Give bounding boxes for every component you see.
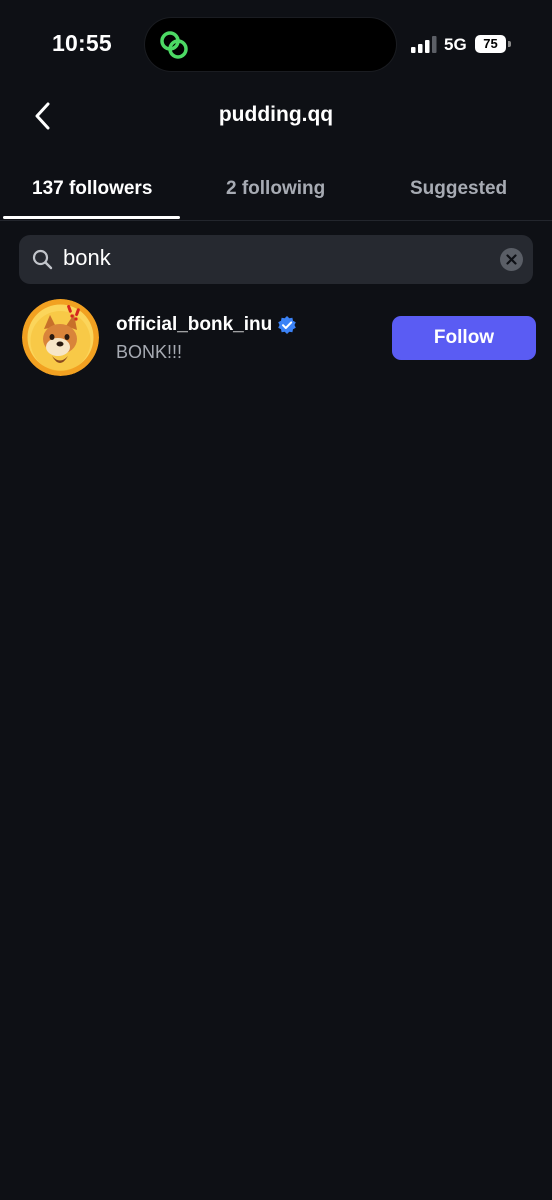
tab-suggested[interactable]: Suggested	[410, 178, 507, 200]
list-item[interactable]: official_bonk_inu BONK!!! Follow	[0, 296, 552, 380]
verified-badge-icon	[278, 316, 297, 334]
username-line: official_bonk_inu	[116, 314, 297, 336]
search-input[interactable]: bonk	[63, 245, 111, 271]
screen: 10:55 5G 75 pudding.qq 137 followers 2 f…	[0, 0, 552, 1200]
username[interactable]: official_bonk_inu	[116, 314, 272, 336]
tab-bar: 137 followers 2 following Suggested	[0, 160, 552, 221]
network-type: 5G	[444, 35, 467, 54]
search-box[interactable]: bonk	[19, 235, 533, 284]
tab-followers[interactable]: 137 followers	[32, 178, 152, 200]
active-tab-indicator	[3, 216, 180, 219]
battery-tip	[508, 41, 511, 47]
user-bio: BONK!!!	[116, 342, 183, 362]
follow-button[interactable]: Follow	[392, 316, 536, 360]
status-bar: 10:55 5G 75	[0, 0, 552, 90]
battery-icon: 75	[475, 35, 506, 53]
clear-search-button[interactable]	[500, 248, 523, 271]
header: pudding.qq	[0, 90, 552, 146]
clear-icon	[506, 254, 517, 265]
dynamic-island	[145, 18, 396, 71]
tab-following[interactable]: 2 following	[226, 178, 325, 200]
status-time: 10:55	[52, 30, 112, 56]
link-rings-icon	[160, 31, 188, 59]
avatar[interactable]	[22, 299, 99, 376]
signal-icon	[411, 36, 437, 53]
page-title: pudding.qq	[218, 103, 334, 126]
search-icon	[32, 249, 53, 270]
avatar-image	[22, 299, 99, 376]
